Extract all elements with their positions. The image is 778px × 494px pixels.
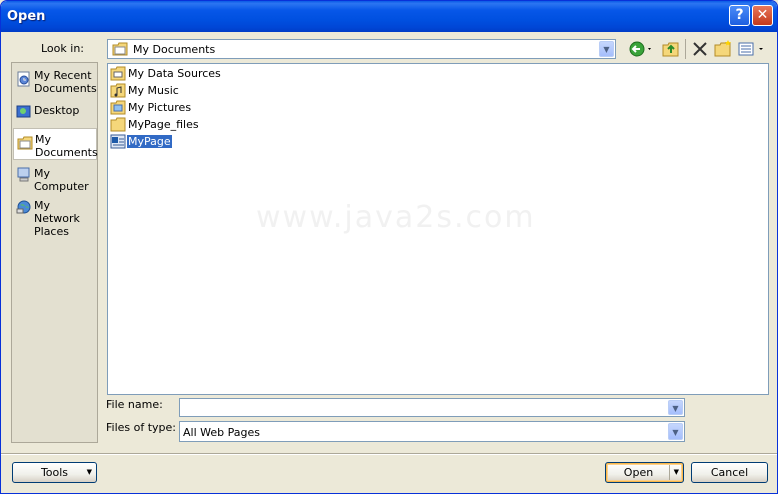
my-computer-icon bbox=[17, 167, 30, 182]
divider bbox=[1, 453, 777, 455]
up-one-level-icon[interactable] bbox=[661, 39, 681, 59]
file-name-combo[interactable]: ▼ bbox=[179, 398, 685, 417]
music-folder-icon bbox=[110, 83, 126, 98]
look-in-label: Look in: bbox=[41, 42, 84, 55]
chevron-down-icon[interactable]: ▼ bbox=[668, 423, 683, 440]
chevron-down-icon[interactable]: ▼ bbox=[599, 41, 614, 57]
file-name: MyPage bbox=[126, 134, 173, 149]
dialog-title: Open bbox=[7, 9, 46, 24]
place-label: My Network Places bbox=[34, 199, 80, 238]
file-name: My Music bbox=[128, 84, 179, 97]
place-my-documents[interactable]: My Documents bbox=[13, 128, 98, 160]
delete-icon[interactable] bbox=[691, 39, 709, 59]
file-type-label: Files of type: bbox=[106, 421, 177, 434]
chevron-down-icon[interactable]: ▼ bbox=[674, 463, 679, 482]
chevron-down-icon[interactable]: ▼ bbox=[668, 400, 683, 415]
desktop-icon bbox=[16, 105, 31, 118]
file-name: MyPage_files bbox=[128, 118, 199, 131]
open-button[interactable]: Open ▼ bbox=[605, 462, 684, 483]
new-folder-icon[interactable] bbox=[713, 39, 733, 59]
open-dialog: Open ? ✕ Look in: My Documents ▼ My Rece… bbox=[0, 0, 778, 494]
toolbar-separator bbox=[685, 39, 686, 59]
file-name: My Pictures bbox=[128, 101, 192, 114]
file-list[interactable]: www.java2s.com My Data Sources My Music … bbox=[107, 63, 769, 395]
pictures-folder-icon bbox=[110, 100, 126, 115]
file-name-label: File name: bbox=[106, 398, 163, 411]
place-label: Desktop bbox=[34, 104, 80, 117]
web-page-icon bbox=[110, 134, 126, 149]
file-type-combo[interactable]: All Web Pages ▼ bbox=[179, 421, 685, 442]
network-places-icon bbox=[16, 200, 31, 214]
tools-button[interactable]: Tools ▼ bbox=[12, 462, 97, 483]
cancel-button[interactable]: Cancel bbox=[691, 462, 768, 483]
close-button[interactable]: ✕ bbox=[752, 5, 773, 26]
place-my-recent-documents[interactable]: My Recent Documents bbox=[13, 66, 97, 98]
look-in-value: My Documents bbox=[133, 43, 216, 56]
help-button[interactable]: ? bbox=[729, 5, 750, 26]
views-icon[interactable] bbox=[737, 39, 767, 59]
split-divider bbox=[669, 465, 670, 480]
open-button-label: Open bbox=[623, 466, 654, 479]
file-name: My Data Sources bbox=[128, 67, 221, 80]
file-type-value: All Web Pages bbox=[183, 426, 260, 439]
my-documents-icon bbox=[112, 42, 128, 56]
recent-documents-icon bbox=[17, 71, 30, 87]
place-label: My Documents bbox=[35, 133, 98, 159]
place-label: My Computer bbox=[34, 167, 89, 193]
chevron-down-icon: ▼ bbox=[86, 468, 92, 476]
title-bar[interactable]: Open ? ✕ bbox=[1, 1, 777, 32]
places-bar: My Recent Documents Desktop My Documents… bbox=[11, 62, 98, 443]
my-documents-icon bbox=[17, 136, 33, 150]
watermark: www.java2s.com bbox=[256, 200, 536, 235]
place-my-network-places[interactable]: My Network Places bbox=[13, 196, 97, 238]
folder-icon bbox=[110, 117, 126, 132]
back-arrow-icon[interactable] bbox=[628, 39, 654, 59]
place-my-computer[interactable]: My Computer bbox=[13, 164, 97, 196]
data-sources-folder-icon bbox=[110, 66, 126, 81]
look-in-combo[interactable]: My Documents ▼ bbox=[107, 39, 616, 59]
place-label: My Recent Documents bbox=[34, 69, 97, 95]
tools-button-label: Tools bbox=[40, 466, 69, 479]
